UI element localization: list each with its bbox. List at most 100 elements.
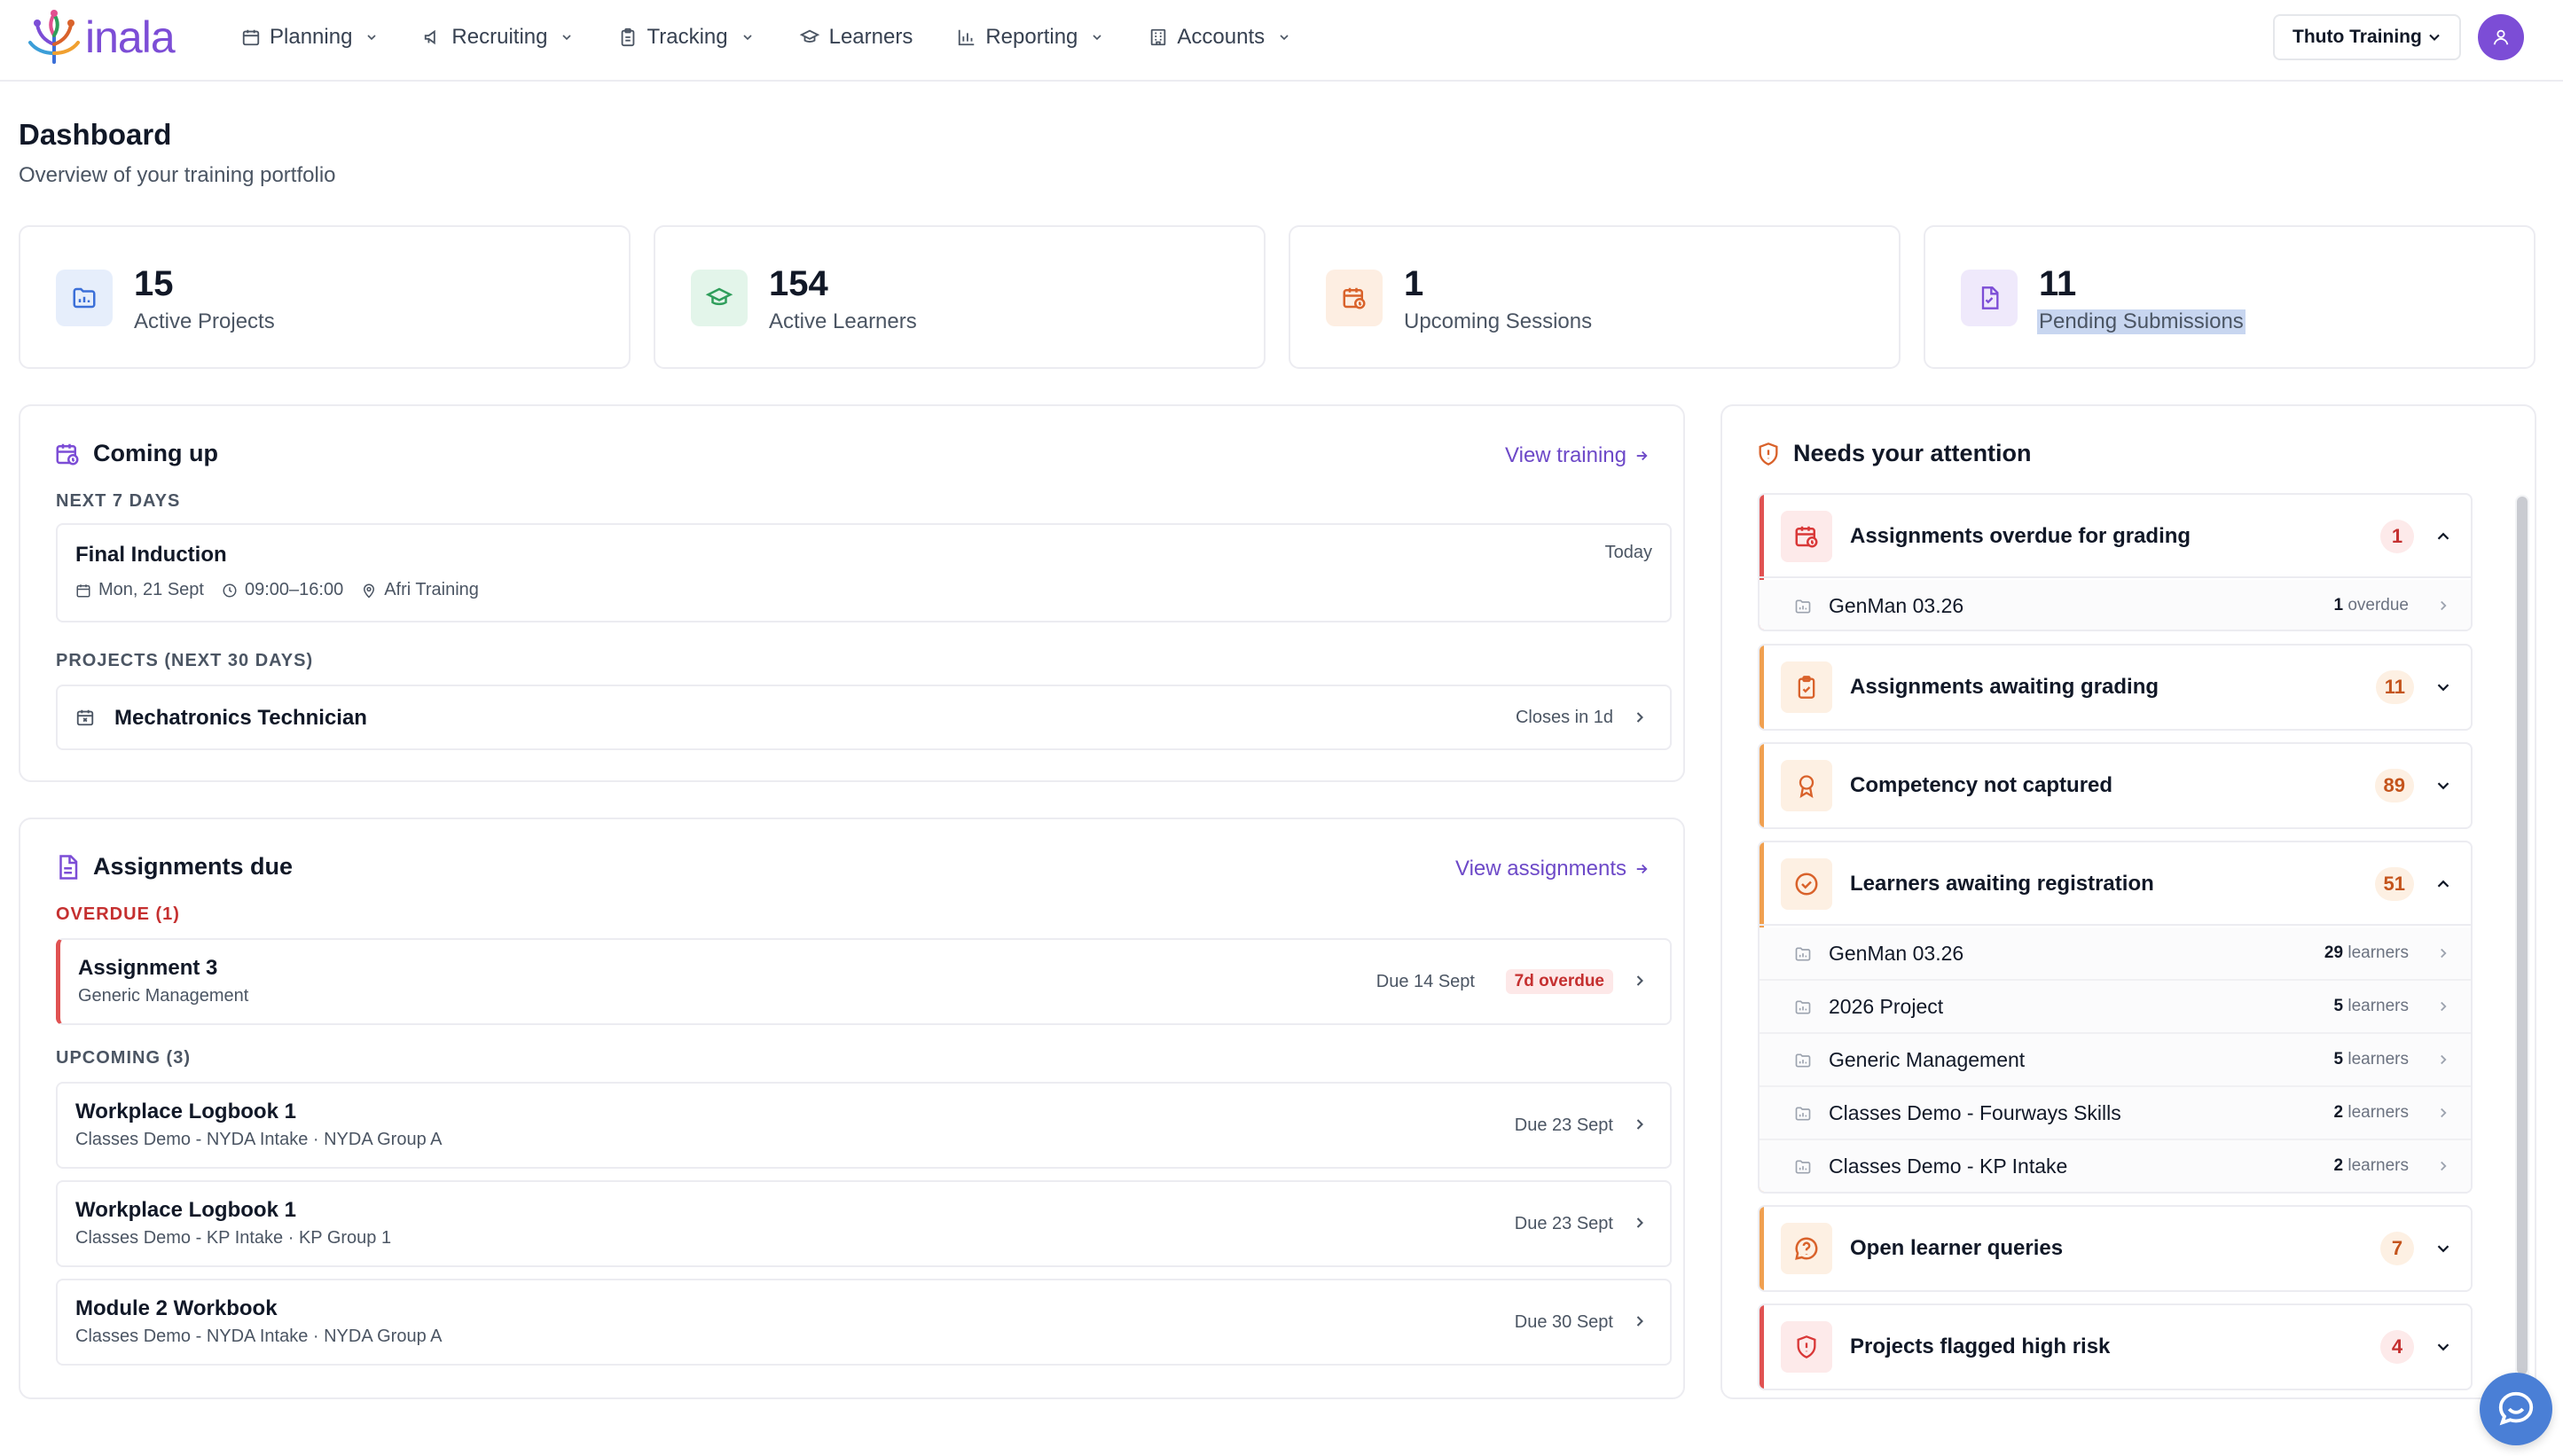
- nav-accounts[interactable]: Accounts: [1148, 20, 1291, 55]
- event-title: Final Induction: [75, 543, 227, 567]
- assignment-due: Due 23 Sept: [1514, 1214, 1613, 1233]
- overdue-badge: 7d overdue: [1505, 969, 1613, 994]
- assignment-title: Workplace Logbook 1: [75, 1198, 296, 1222]
- sub-row-unit: learners: [2347, 1050, 2409, 1069]
- organisation-selector[interactable]: Thuto Training: [2273, 14, 2461, 60]
- assignment-row-upcoming[interactable]: Workplace Logbook 1 Classes Demo - NYDA …: [56, 1082, 1672, 1169]
- view-assignments-link[interactable]: View assignments: [1455, 857, 1650, 881]
- attention-sub-row[interactable]: GenMan 03.26 1 overdue: [1760, 580, 2471, 630]
- sub-row-name: GenMan 03.26: [1829, 942, 1964, 965]
- attention-count: 51: [2374, 867, 2414, 901]
- stat-label: Active Learners: [769, 309, 917, 333]
- calendar-clock-icon: [1781, 511, 1832, 562]
- needs-attention-panel: Needs your attention Assignments overdue…: [1720, 404, 2536, 1399]
- stat-card-pending-submissions[interactable]: 11 Pending Submissions: [1924, 225, 2536, 369]
- inala-logo[interactable]: inala: [27, 9, 176, 66]
- view-training-label: View training: [1505, 443, 1626, 467]
- assignment-row-overdue[interactable]: Assignment 3 Generic Management Due 14 S…: [56, 938, 1672, 1025]
- attention-header[interactable]: Projects flagged high risk 4: [1760, 1305, 2471, 1389]
- folder-chart-icon: [1795, 1053, 1811, 1068]
- user-avatar[interactable]: [2478, 14, 2524, 60]
- chevron-down-icon: [2437, 1343, 2449, 1351]
- award-icon: [1781, 760, 1832, 811]
- stat-card-active-learners[interactable]: 154 Active Learners: [654, 225, 1266, 369]
- attention-sub-row[interactable]: Classes Demo - KP Intake 2 learners: [1760, 1140, 2471, 1192]
- megaphone-icon: [425, 29, 436, 45]
- attention-projects-high-risk: Projects flagged high risk 4: [1758, 1303, 2473, 1390]
- view-training-link[interactable]: View training: [1505, 443, 1650, 468]
- chevron-right-icon: [1636, 1217, 1643, 1228]
- attention-competency-not-captured: Competency not captured 89: [1758, 742, 2473, 829]
- calendar-x-icon: [76, 709, 94, 726]
- page-title: Dashboard: [19, 118, 172, 151]
- attention-count: 89: [2374, 769, 2414, 802]
- attention-count: 1: [2380, 520, 2414, 553]
- chat-support-button[interactable]: [2480, 1373, 2552, 1445]
- chevron-up-icon: [2437, 880, 2449, 888]
- project-row-mechatronics[interactable]: Mechatronics Technician Closes in 1d: [56, 685, 1672, 750]
- chevron-right-icon: [2441, 948, 2447, 959]
- chat-bubble-icon: [2498, 1391, 2534, 1426]
- chevron-right-icon: [2441, 1108, 2447, 1118]
- sub-row-unit: overdue: [2347, 596, 2409, 614]
- nav-tracking-label: Tracking: [647, 25, 728, 49]
- attention-header[interactable]: Learners awaiting registration 51: [1760, 842, 2471, 926]
- sub-row-name: 2026 Project: [1829, 995, 1944, 1018]
- attention-sub-row[interactable]: 2026 Project 5 learners: [1760, 981, 2471, 1034]
- event-date: Mon, 21 Sept: [98, 580, 204, 599]
- project-title: Mechatronics Technician: [114, 706, 367, 730]
- clipboard-icon: [622, 27, 635, 47]
- attention-sub-row[interactable]: Generic Management 5 learners: [1760, 1034, 2471, 1087]
- nav-recruiting[interactable]: Recruiting: [423, 20, 574, 55]
- nav-reporting[interactable]: Reporting: [957, 20, 1104, 55]
- stat-card-active-projects[interactable]: 15 Active Projects: [19, 225, 631, 369]
- attention-count: 11: [2375, 670, 2414, 704]
- nav-recruiting-label: Recruiting: [451, 25, 548, 49]
- attention-header[interactable]: Assignments overdue for grading 1: [1760, 495, 2471, 578]
- attention-header[interactable]: Assignments awaiting grading 11: [1760, 646, 2471, 729]
- nav-accounts-label: Accounts: [1177, 25, 1266, 49]
- sub-row-meta: 5 learners: [2333, 1050, 2409, 1069]
- arrow-right-icon: [1636, 864, 1648, 874]
- attention-awaiting-grading: Assignments awaiting grading 11: [1758, 644, 2473, 731]
- next-7-days-label: NEXT 7 DAYS: [56, 491, 181, 511]
- sub-row-meta: 5 learners: [2333, 997, 2409, 1016]
- attention-header[interactable]: Open learner queries 7: [1760, 1207, 2471, 1290]
- sub-row-name: Classes Demo - Fourways Skills: [1829, 1101, 2121, 1124]
- assignment-subtitle: Classes Demo - KP Intake · KP Group 1: [75, 1228, 392, 1248]
- nav-learners[interactable]: Learners: [799, 20, 913, 55]
- event-row-final-induction[interactable]: Final Induction Today Mon, 21 Sept 09:00…: [56, 523, 1672, 622]
- attention-scrollbar-thumb[interactable]: [2517, 497, 2528, 1374]
- nav-planning[interactable]: Planning: [241, 20, 379, 55]
- sub-row-meta: 1 overdue: [2333, 596, 2409, 615]
- chevron-right-icon: [2441, 1054, 2447, 1065]
- folder-chart-icon: [56, 270, 113, 326]
- page-subtitle: Overview of your training portfolio: [19, 163, 336, 187]
- sub-row-unit: learners: [2347, 943, 2409, 962]
- assignment-row-upcoming[interactable]: Workplace Logbook 1 Classes Demo - KP In…: [56, 1180, 1672, 1267]
- event-meta: Mon, 21 Sept 09:00–16:00 Afri Training: [75, 580, 497, 600]
- attention-header[interactable]: Competency not captured 89: [1760, 744, 2471, 827]
- upcoming-label: UPCOMING (3): [56, 1048, 191, 1068]
- calendar-clock-icon: [1326, 270, 1383, 326]
- stat-card-upcoming-sessions[interactable]: 1 Upcoming Sessions: [1289, 225, 1901, 369]
- attention-title: Open learner queries: [1850, 1236, 2064, 1260]
- attention-title: Competency not captured: [1850, 773, 2113, 797]
- chevron-up-icon: [2437, 532, 2449, 540]
- attention-sub-row[interactable]: GenMan 03.26 29 learners: [1760, 928, 2471, 981]
- chevron-down-icon: [1093, 35, 1101, 41]
- chevron-right-icon: [1636, 712, 1643, 723]
- chevron-down-icon: [2437, 684, 2449, 692]
- stat-label: Pending Submissions: [2037, 309, 2246, 334]
- folder-chart-icon: [1795, 1160, 1811, 1174]
- folder-chart-icon: [1795, 1107, 1811, 1121]
- coming-up-header: Coming up: [54, 440, 218, 467]
- bar-chart-icon: [959, 29, 975, 46]
- assignments-due-header: Assignments due: [54, 853, 293, 881]
- attention-sub-row[interactable]: Classes Demo - Fourways Skills 2 learner…: [1760, 1087, 2471, 1140]
- shield-alert-icon: [1759, 442, 1778, 466]
- assignment-due: Due 23 Sept: [1514, 1115, 1613, 1135]
- nav-tracking[interactable]: Tracking: [618, 20, 754, 55]
- assignment-row-upcoming[interactable]: Module 2 Workbook Classes Demo - NYDA In…: [56, 1279, 1672, 1366]
- attention-title: Learners awaiting registration: [1850, 872, 2154, 896]
